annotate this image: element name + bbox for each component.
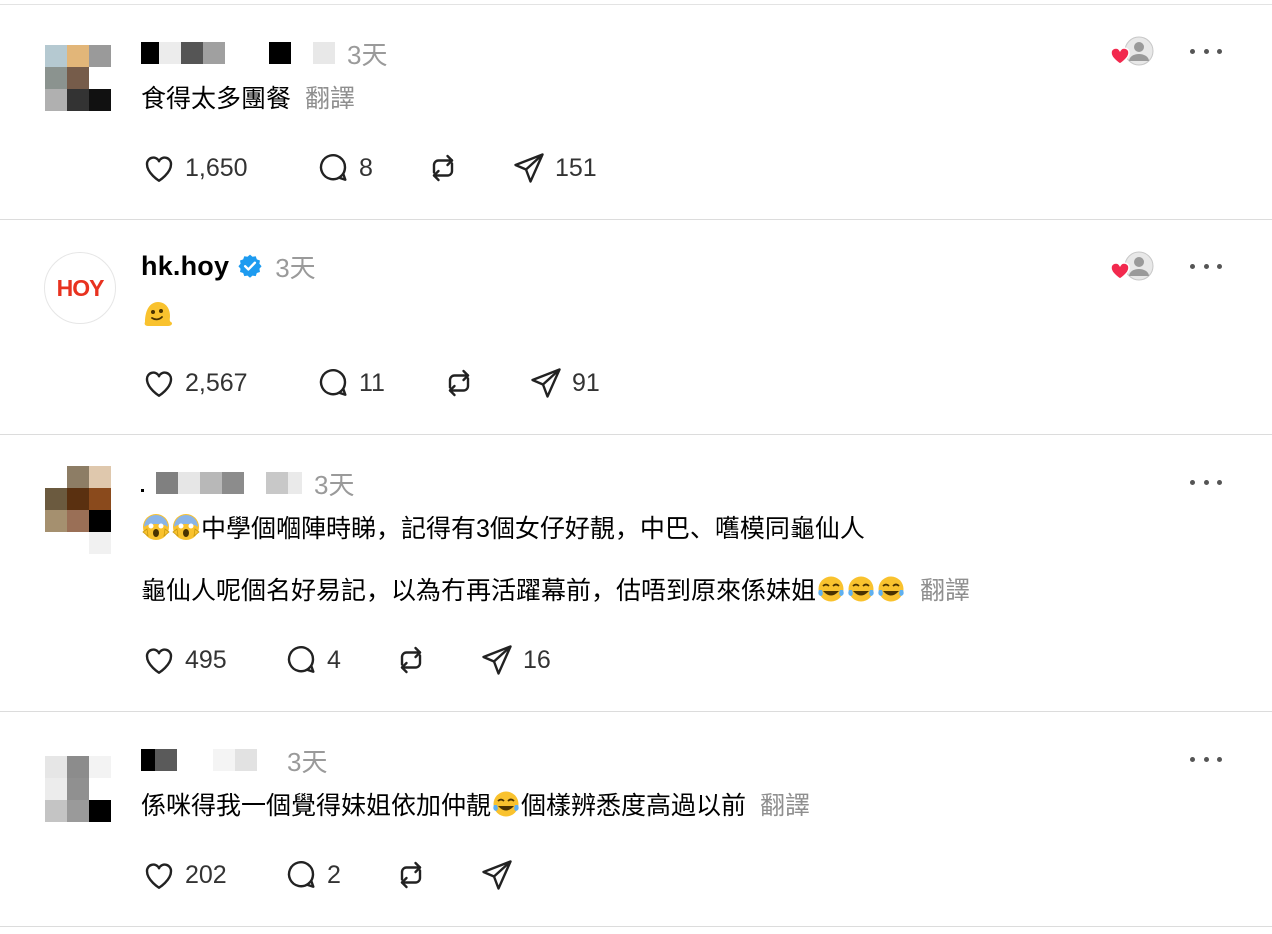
- send-icon: [482, 645, 512, 675]
- author-liked-icon: [1110, 251, 1154, 281]
- username-redacted[interactable]: [141, 749, 257, 771]
- tears-of-joy-emoji: [878, 576, 904, 602]
- more-options-icon[interactable]: [1190, 754, 1222, 764]
- post-body-line2: 龜仙人呢個名好易記，以為冇再活躍幕前，估唔到原來係妹姐: [141, 577, 817, 605]
- post: HOY hk.hoy 3天 2,567 11 91: [0, 220, 1272, 435]
- repost-icon: [432, 154, 454, 182]
- post-text-line1: 中學個嗰陣時睇，記得有3個女仔好靚，中巴、嚿模同龜仙人: [141, 512, 865, 546]
- post-time: 3天: [287, 746, 328, 777]
- post-text-line2: 龜仙人呢個名好易記，以為冇再活躍幕前，估唔到原來係妹姐 翻譯: [141, 574, 970, 608]
- comment-count: 4: [327, 645, 341, 674]
- share-count: 151: [555, 153, 597, 182]
- avatar[interactable]: [45, 466, 111, 554]
- comment-button[interactable]: 8: [315, 150, 373, 186]
- repost-icon: [400, 646, 422, 674]
- melting-face-emoji: [144, 302, 172, 326]
- post: 3天 中學個嗰陣時睇，記得有3個女仔好靚，中巴、嚿模同龜仙人 龜仙人呢個名好易記…: [0, 435, 1272, 712]
- repost-button[interactable]: [393, 642, 429, 678]
- post: 3天 係咪得我一個覺得妹姐依加仲靚 個樣辨悉度高過以前 翻譯 202 2: [0, 712, 1272, 927]
- heart-icon: [145, 371, 173, 397]
- more-options-icon[interactable]: [1190, 261, 1222, 271]
- repost-button[interactable]: [441, 365, 477, 401]
- send-icon: [482, 860, 512, 890]
- post-body-part2: 個樣辨悉度高過以前: [521, 792, 747, 820]
- like-button[interactable]: 2,567: [141, 365, 248, 401]
- more-options-icon[interactable]: [1190, 46, 1222, 56]
- post-body: 食得太多團餐: [141, 85, 292, 113]
- avatar[interactable]: [45, 756, 111, 822]
- repost-button[interactable]: [425, 150, 461, 186]
- comment-count: 11: [359, 368, 385, 397]
- comment-button[interactable]: 2: [283, 857, 341, 893]
- translate-link[interactable]: 翻譯: [760, 792, 810, 820]
- heart-icon: [145, 156, 173, 182]
- author-row: hk.hoy 3天: [141, 251, 316, 283]
- heart-icon: [145, 863, 173, 889]
- author-liked-icon: [1110, 36, 1154, 66]
- repost-icon: [448, 369, 470, 397]
- share-button[interactable]: 16: [479, 642, 551, 678]
- like-button[interactable]: 495: [141, 642, 227, 678]
- comment-count: 8: [359, 153, 373, 182]
- post-text: [141, 298, 173, 334]
- comment-icon: [319, 154, 347, 181]
- tears-of-joy-emoji: [493, 791, 519, 817]
- svg-text:HOY: HOY: [57, 275, 105, 301]
- username-redacted[interactable]: [141, 472, 302, 494]
- like-button[interactable]: 1,650: [141, 150, 248, 186]
- post-text: 係咪得我一個覺得妹姐依加仲靚 個樣辨悉度高過以前 翻譯: [141, 789, 810, 823]
- post-body-line1: 中學個嗰陣時睇，記得有3個女仔好靚，中巴、嚿模同龜仙人: [201, 515, 865, 543]
- comment-icon: [287, 861, 315, 888]
- share-count: 16: [523, 645, 551, 674]
- comment-icon: [319, 369, 347, 396]
- like-count: 1,650: [185, 153, 248, 182]
- post-body-part1: 係咪得我一個覺得妹姐依加仲靚: [141, 792, 492, 820]
- post: 3天 食得太多團餐 翻譯 1,650 8 151: [0, 5, 1272, 220]
- username-redacted[interactable]: [141, 42, 335, 64]
- comment-button[interactable]: 4: [283, 642, 341, 678]
- tears-of-joy-emoji: [848, 576, 874, 602]
- author-row: 3天: [141, 38, 387, 70]
- post-time: 3天: [314, 469, 355, 500]
- comment-count: 2: [327, 860, 341, 889]
- screaming-face-emoji: [142, 514, 170, 540]
- repost-button[interactable]: [393, 857, 429, 893]
- author-row: 3天: [141, 745, 327, 777]
- screaming-face-emoji: [172, 514, 200, 540]
- author-row: 3天: [141, 468, 354, 500]
- post-text: 食得太多團餐 翻譯: [141, 82, 355, 116]
- like-button[interactable]: 202: [141, 857, 227, 893]
- tears-of-joy-emoji: [818, 576, 844, 602]
- heart-icon: [145, 648, 173, 674]
- send-icon: [531, 368, 561, 398]
- username[interactable]: hk.hoy: [141, 251, 229, 282]
- post-time: 3天: [347, 39, 388, 70]
- verified-badge-icon: [237, 253, 263, 279]
- comment-icon: [287, 646, 315, 673]
- share-button[interactable]: 91: [528, 365, 600, 401]
- comment-button[interactable]: 11: [315, 365, 385, 401]
- repost-icon: [400, 861, 422, 889]
- like-count: 202: [185, 860, 227, 889]
- share-count: 91: [572, 368, 600, 397]
- more-options-icon[interactable]: [1190, 477, 1222, 487]
- post-time: 3天: [275, 252, 316, 283]
- hoy-logo: HOY: [57, 275, 106, 301]
- avatar[interactable]: [45, 45, 111, 111]
- avatar[interactable]: HOY: [44, 252, 116, 324]
- translate-link[interactable]: 翻譯: [305, 85, 355, 113]
- like-count: 2,567: [185, 368, 248, 397]
- share-button[interactable]: [479, 857, 515, 893]
- send-icon: [514, 153, 544, 183]
- translate-link[interactable]: 翻譯: [920, 577, 970, 605]
- like-count: 495: [185, 645, 227, 674]
- share-button[interactable]: 151: [511, 150, 597, 186]
